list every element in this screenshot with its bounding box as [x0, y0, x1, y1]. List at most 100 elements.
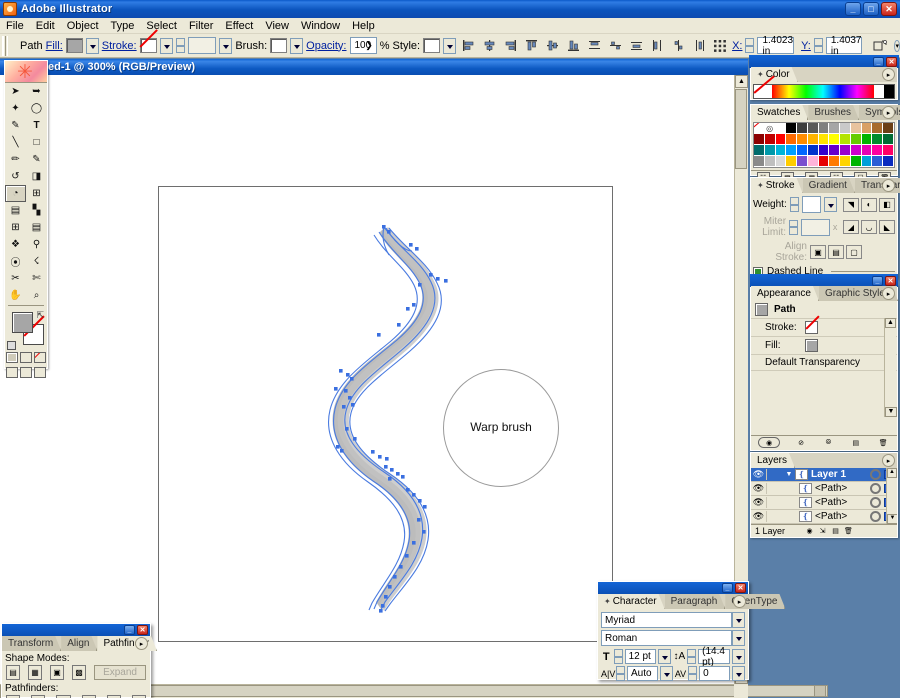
- paintbrush-tool[interactable]: ✏: [5, 151, 26, 168]
- maximize-button[interactable]: □: [863, 2, 879, 16]
- font-size-field[interactable]: 12 pt: [625, 649, 657, 664]
- align-bottom-icon[interactable]: [564, 37, 582, 55]
- pathfinder-palette-minimize-button[interactable]: _: [124, 625, 135, 635]
- path-visibility-icon[interactable]: 👁: [751, 511, 767, 522]
- column-graph-tool[interactable]: ▚: [26, 202, 47, 219]
- swatch-cell[interactable]: [840, 156, 851, 167]
- distribute-bottom-icon[interactable]: [627, 37, 645, 55]
- menu-file[interactable]: File: [0, 19, 30, 33]
- round-cap-icon[interactable]: ◐: [861, 198, 877, 212]
- color-spectrum-ramp[interactable]: [753, 84, 895, 99]
- tab-brushes[interactable]: Brushes: [808, 105, 859, 120]
- full-screen-mode-button[interactable]: [34, 367, 46, 378]
- kerning-field[interactable]: Auto: [627, 666, 658, 681]
- none-button[interactable]: [34, 352, 46, 363]
- swatch-cell[interactable]: [776, 123, 787, 134]
- fill-swatch[interactable]: [66, 38, 83, 53]
- tab-transform[interactable]: Transform: [2, 636, 61, 651]
- tab-align[interactable]: Align: [61, 636, 97, 651]
- mesh-tool[interactable]: ⊞: [5, 219, 26, 236]
- leading-dropdown-icon[interactable]: [732, 649, 745, 664]
- lasso-tool[interactable]: ◯: [26, 100, 47, 117]
- type-tool[interactable]: T: [26, 117, 47, 134]
- align-right-icon[interactable]: [501, 37, 519, 55]
- miter-limit-input[interactable]: [801, 219, 830, 236]
- layer-visibility-icon[interactable]: 👁: [751, 469, 767, 480]
- path-target-icon[interactable]: [870, 497, 881, 508]
- menu-type[interactable]: Type: [105, 19, 141, 33]
- tracking-spinner[interactable]: [688, 666, 697, 681]
- style-swatch[interactable]: [423, 38, 440, 53]
- hue-ramp[interactable]: [772, 85, 874, 98]
- path-visibility-icon[interactable]: 👁: [751, 483, 767, 494]
- swatch-cell[interactable]: [786, 123, 797, 134]
- font-style-field[interactable]: Roman: [601, 630, 732, 646]
- stroke-weight-spinner[interactable]: [790, 197, 799, 212]
- layer-expand-triangle-icon[interactable]: ▼: [783, 471, 795, 478]
- subtract-from-shape-area-icon[interactable]: ▦: [28, 665, 42, 680]
- free-transform-tool[interactable]: ⊞: [26, 185, 47, 202]
- fill-gray-swatch-icon[interactable]: [805, 339, 818, 352]
- stroke-weight-dropdown-icon[interactable]: [824, 197, 837, 212]
- swatch-cell[interactable]: [829, 134, 840, 145]
- stroke-weight-combo[interactable]: [188, 37, 217, 54]
- tab-pathfinder[interactable]: Pathfinder: [97, 636, 157, 651]
- projecting-cap-icon[interactable]: ◧: [879, 198, 895, 212]
- make-clipping-mask-icon[interactable]: ◉: [803, 526, 816, 537]
- minimize-button[interactable]: _: [845, 2, 861, 16]
- swatch-cell[interactable]: [883, 123, 894, 134]
- leading-spinner[interactable]: [687, 649, 696, 664]
- zoom-tool[interactable]: ⌕: [26, 287, 47, 304]
- clear-appearance-icon[interactable]: ⊘: [795, 437, 808, 448]
- swap-fill-stroke-icon[interactable]: ⇱: [36, 310, 44, 321]
- align-stroke-center-icon[interactable]: ▣: [810, 245, 826, 259]
- y-spinner[interactable]: [814, 38, 823, 53]
- direct-selection-tool[interactable]: ➥: [26, 83, 47, 100]
- appearance-row-path[interactable]: Path: [751, 301, 897, 319]
- tab-layers[interactable]: Layers: [751, 453, 795, 468]
- rectangle-tool[interactable]: □: [26, 134, 47, 151]
- distribute-right-icon[interactable]: [690, 37, 708, 55]
- create-new-layer-icon[interactable]: ▤: [829, 526, 842, 537]
- distribute-left-icon[interactable]: [648, 37, 666, 55]
- swatch-cell[interactable]: [840, 134, 851, 145]
- x-coordinate-field[interactable]: 1.4023 in: [757, 37, 794, 54]
- stroke-weight-spinner[interactable]: [176, 38, 185, 53]
- path-name[interactable]: <Path>: [815, 497, 870, 508]
- swatch-cell[interactable]: [797, 123, 808, 134]
- create-new-sublayer-icon[interactable]: ⇲: [816, 526, 829, 537]
- menu-object[interactable]: Object: [61, 19, 105, 33]
- font-style-dropdown-icon[interactable]: [732, 630, 745, 646]
- distribute-center-icon[interactable]: [606, 37, 624, 55]
- align-stroke-inside-icon[interactable]: ▤: [828, 245, 844, 259]
- appearance-row-stroke[interactable]: Stroke:: [751, 319, 897, 337]
- rotate-tool[interactable]: ↺: [5, 168, 26, 185]
- swatch-cell[interactable]: [776, 134, 787, 145]
- exclude-overlapping-shape-areas-icon[interactable]: ▩: [72, 665, 86, 680]
- pen-tool[interactable]: ✎: [5, 117, 26, 134]
- swatch-cell[interactable]: [829, 123, 840, 134]
- swatch-cell[interactable]: [765, 134, 776, 145]
- appearance-scroll-down-icon[interactable]: ▼: [885, 407, 897, 417]
- toolbox-header-logo[interactable]: [5, 61, 47, 83]
- blend-tool[interactable]: ⦿: [5, 253, 26, 270]
- opacity-slider-arrow-icon[interactable]: ❯: [365, 40, 373, 51]
- tab-gradient[interactable]: Gradient: [803, 178, 855, 193]
- swatch-cell[interactable]: [808, 123, 819, 134]
- swatch-cell[interactable]: [765, 156, 776, 167]
- stroke-swatch[interactable]: [140, 38, 157, 53]
- menu-window[interactable]: Window: [295, 19, 346, 33]
- tab-paragraph[interactable]: Paragraph: [665, 594, 726, 609]
- add-new-stroke-icon[interactable]: ◉: [758, 437, 780, 448]
- font-size-spinner[interactable]: [614, 649, 623, 664]
- swatches-grid[interactable]: ◎: [753, 122, 895, 168]
- color-palette-menu-icon[interactable]: ▸: [882, 68, 895, 81]
- layer-row-path-2[interactable]: 👁 ❴ <Path>: [751, 496, 897, 510]
- butt-cap-icon[interactable]: ◥: [843, 198, 859, 212]
- swatch-cell[interactable]: [829, 156, 840, 167]
- layer-target-icon[interactable]: [870, 469, 881, 480]
- swatch-cell[interactable]: [851, 156, 862, 167]
- swatch-cell[interactable]: [819, 134, 830, 145]
- close-button[interactable]: ✕: [881, 2, 897, 16]
- delete-selection-icon[interactable]: 🗑: [842, 526, 855, 537]
